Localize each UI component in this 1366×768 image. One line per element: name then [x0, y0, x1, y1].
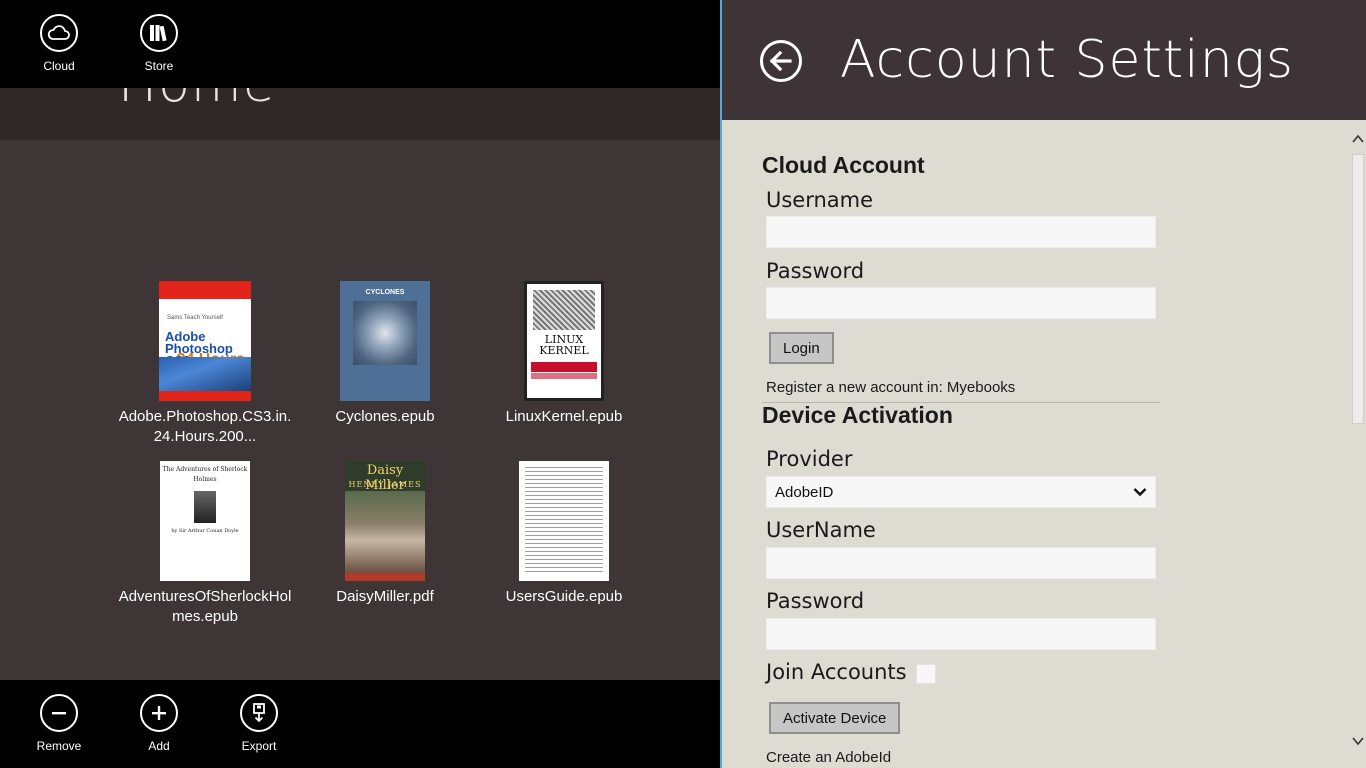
account-settings-flyout: Account Settings Cloud Account Username … — [722, 0, 1366, 768]
cloud-password-label: Password — [766, 259, 865, 283]
activate-device-button[interactable]: Activate Device — [769, 702, 901, 734]
cover-title: LINUX KERNEL — [539, 333, 589, 357]
book-name: LinuxKernel.epub — [505, 408, 623, 425]
remove-button[interactable]: Remove — [14, 694, 104, 753]
cloud-password-input[interactable] — [766, 287, 1156, 319]
cloud-button[interactable]: Cloud — [14, 14, 104, 73]
cloud-account-heading: Cloud Account — [762, 152, 925, 178]
cover-author: HENRY JAMES — [348, 480, 422, 489]
scroll-down-arrow-icon[interactable] — [1352, 736, 1364, 746]
cloud-button-label: Cloud — [43, 59, 75, 73]
back-button[interactable] — [760, 40, 802, 82]
book-tile-cyclones[interactable]: CYCLONES Cyclones.epub — [295, 281, 475, 427]
book-tile-usersguide[interactable]: UsersGuide.epub — [474, 461, 654, 607]
cloud-username-input[interactable] — [766, 216, 1156, 248]
activation-username-input[interactable] — [766, 547, 1156, 579]
create-adobeid-link[interactable]: Create an AdobeId — [766, 749, 891, 766]
book-cover: LINUX KERNEL — [524, 281, 604, 401]
book-tile-sherlock[interactable]: The Adventures of Sherlock Holmes by Sir… — [115, 461, 295, 627]
store-button-label: Store — [144, 59, 174, 73]
cover-top-text: Sams Teach Yourself — [167, 315, 223, 321]
settings-header: Account Settings — [722, 0, 1366, 120]
book-tile-daisymiller[interactable]: Daisy Miller HENRY JAMES DaisyMiller.pdf — [295, 461, 475, 607]
activation-password-label: Password — [766, 589, 865, 613]
top-app-bar: Cloud Store — [0, 0, 720, 88]
bottom-app-bar: Remove Add Export — [0, 680, 720, 768]
scroll-thumb[interactable] — [1352, 154, 1364, 424]
book-name: DaisyMiller.pdf — [336, 588, 434, 605]
chevron-down-icon — [1133, 488, 1147, 497]
remove-button-label: Remove — [36, 739, 82, 753]
cover-author: by Sir Arthur Conan Doyle — [171, 528, 239, 534]
book-name: AdventuresOfSherlockHolmes.epub — [118, 588, 292, 625]
add-button-label: Add — [148, 739, 170, 753]
cloud-username-label: Username — [766, 188, 874, 212]
activation-password-input[interactable] — [766, 618, 1156, 650]
settings-body: Cloud Account Username Password Login Re… — [722, 120, 1366, 768]
vertical-scrollbar[interactable] — [1348, 120, 1366, 768]
plus-icon — [140, 694, 178, 732]
book-name: UsersGuide.epub — [505, 588, 623, 605]
provider-select[interactable]: AdobeID — [766, 476, 1156, 508]
cloud-icon — [40, 14, 78, 52]
provider-selected-value: AdobeID — [775, 483, 834, 501]
book-cover: Sams Teach Yourself Adobe Photoshop CS3 … — [159, 281, 251, 401]
join-accounts-checkbox[interactable] — [916, 664, 936, 684]
book-name: Cyclones.epub — [335, 408, 435, 425]
export-button-label: Export — [241, 739, 277, 753]
cover-title: CYCLONES — [365, 289, 405, 296]
export-icon — [240, 694, 278, 732]
provider-label: Provider — [766, 447, 853, 471]
library-panel: Home Cloud Store Sams Teach Yourself Ado… — [0, 0, 720, 768]
book-tile-linuxkernel[interactable]: LINUX KERNEL LinuxKernel.epub — [474, 281, 654, 427]
book-cover: CYCLONES — [340, 281, 430, 401]
device-activation-heading: Device Activation — [762, 402, 953, 428]
login-button[interactable]: Login — [769, 332, 834, 364]
activation-username-label: UserName — [766, 518, 876, 542]
export-button[interactable]: Export — [214, 694, 304, 753]
book-name: Adobe.Photoshop.CS3.in.24.Hours.200... — [118, 408, 292, 445]
scroll-up-arrow-icon[interactable] — [1352, 134, 1364, 144]
store-button[interactable]: Store — [114, 14, 204, 73]
books-icon — [140, 14, 178, 52]
register-link[interactable]: Register a new account in: Myebooks — [766, 379, 1015, 396]
book-cover — [519, 461, 609, 581]
title-band — [0, 88, 720, 140]
cover-title: The Adventures of Sherlock Holmes — [162, 466, 248, 483]
book-cover: Daisy Miller HENRY JAMES — [345, 461, 425, 581]
settings-title: Account Settings — [840, 30, 1294, 90]
back-arrow-icon — [769, 50, 792, 72]
join-accounts-label: Join Accounts — [766, 660, 907, 684]
book-cover: The Adventures of Sherlock Holmes by Sir… — [160, 461, 250, 581]
minus-icon — [40, 694, 78, 732]
add-button[interactable]: Add — [114, 694, 204, 753]
book-tile-photoshop[interactable]: Sams Teach Yourself Adobe Photoshop CS3 … — [115, 281, 295, 447]
